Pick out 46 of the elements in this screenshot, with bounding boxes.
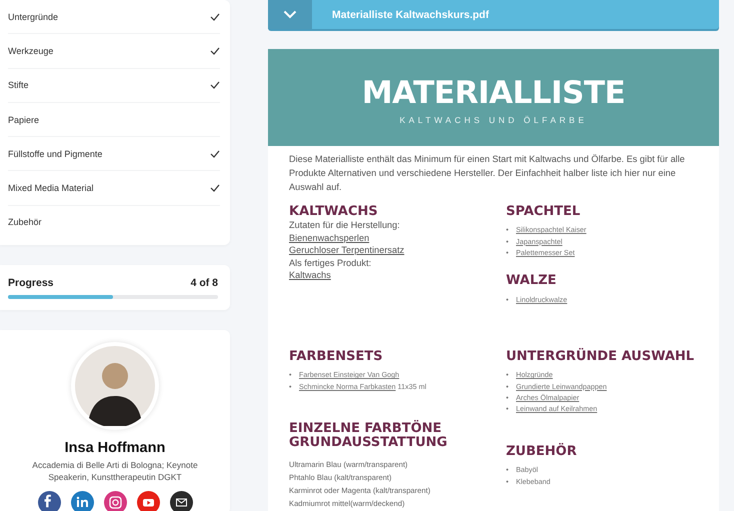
section-heading: KALTWACHS (289, 204, 379, 218)
item-text: Als fertiges Produkt: (289, 258, 372, 268)
mail-icon[interactable] (170, 491, 192, 511)
lesson-title: Stifte (8, 80, 29, 90)
section-heading: SPACHTEL (506, 204, 582, 218)
lesson-item[interactable]: Untergründe (8, 0, 220, 34)
expand-button[interactable] (268, 0, 312, 30)
lesson-item[interactable]: Papiere (8, 102, 220, 138)
lesson-title: Füllstoffe und Pigmente (8, 148, 102, 159)
lesson-item[interactable]: Zubehör (8, 206, 220, 240)
check-icon (210, 12, 220, 21)
video-play-icon[interactable] (136, 491, 160, 511)
check-icon (210, 150, 220, 158)
lesson-item[interactable]: Füllstoffe und Pigmente (8, 137, 220, 172)
lesson-item[interactable]: Mixed Media Material (8, 171, 220, 206)
item-text: Zutaten für die Herstellung: (289, 220, 400, 230)
progress-count: 4 of 8 (190, 277, 218, 290)
lesson-title: Werkzeuge (8, 46, 54, 56)
author-name: Insa Hoffmann (64, 440, 166, 456)
facebook-icon[interactable] (38, 491, 60, 511)
lesson-title: Zubehör (8, 217, 42, 228)
progress-label: Progress (8, 277, 54, 290)
lesson-item[interactable]: Werkzeuge (8, 34, 220, 69)
lesson-title: Untergründe (8, 12, 58, 22)
check-icon (210, 184, 220, 192)
instagram-icon[interactable] (104, 491, 126, 511)
attachment-title: Materialliste Kaltwachskurs.pdf (332, 8, 489, 21)
lesson-item[interactable]: Stifte (8, 68, 220, 103)
intro-paragraph: Diese Materialliste enthält das Minimum für einen Start mit Kaltwachs und Ölfarbe. Es gibt für alle Produkte Alternativen und verschiedene Hersteller. Der Einfachheit halber liste ich hier nur eine Auswahl auf. (288, 153, 686, 194)
section-heading: ZUBEHÖR (506, 444, 578, 458)
check-icon (210, 81, 220, 90)
lesson-title: Mixed Media Material (8, 183, 94, 194)
product-link[interactable]: Bienenwachsperlen (289, 232, 370, 243)
section-heading: FARBENSETS (289, 350, 384, 364)
section-heading: EINZELNE FARBTÖNE GRUNDAUSSTATTUNG (289, 422, 448, 450)
lesson-title: Papiere (8, 114, 40, 125)
document-title: MATERIALLISTE (362, 74, 626, 111)
check-icon (210, 46, 220, 55)
chevron-down-icon (283, 10, 297, 20)
author-bio: Accademia di Belle Arti di Bologna; Keynote Speakerin, Kunsttherapeutin DGKT (31, 460, 199, 484)
section-heading: WALZE (506, 274, 558, 288)
linkedin-icon[interactable] (70, 491, 94, 511)
product-link[interactable]: Geruchloser Terpentinersatz (289, 245, 404, 256)
section-heading: UNTERGRÜNDE AUSWAHL (506, 350, 696, 364)
product-link[interactable]: Kaltwachs (289, 270, 331, 280)
document-subtitle: KALTWACHS UND ÖLFARBE (400, 114, 588, 125)
